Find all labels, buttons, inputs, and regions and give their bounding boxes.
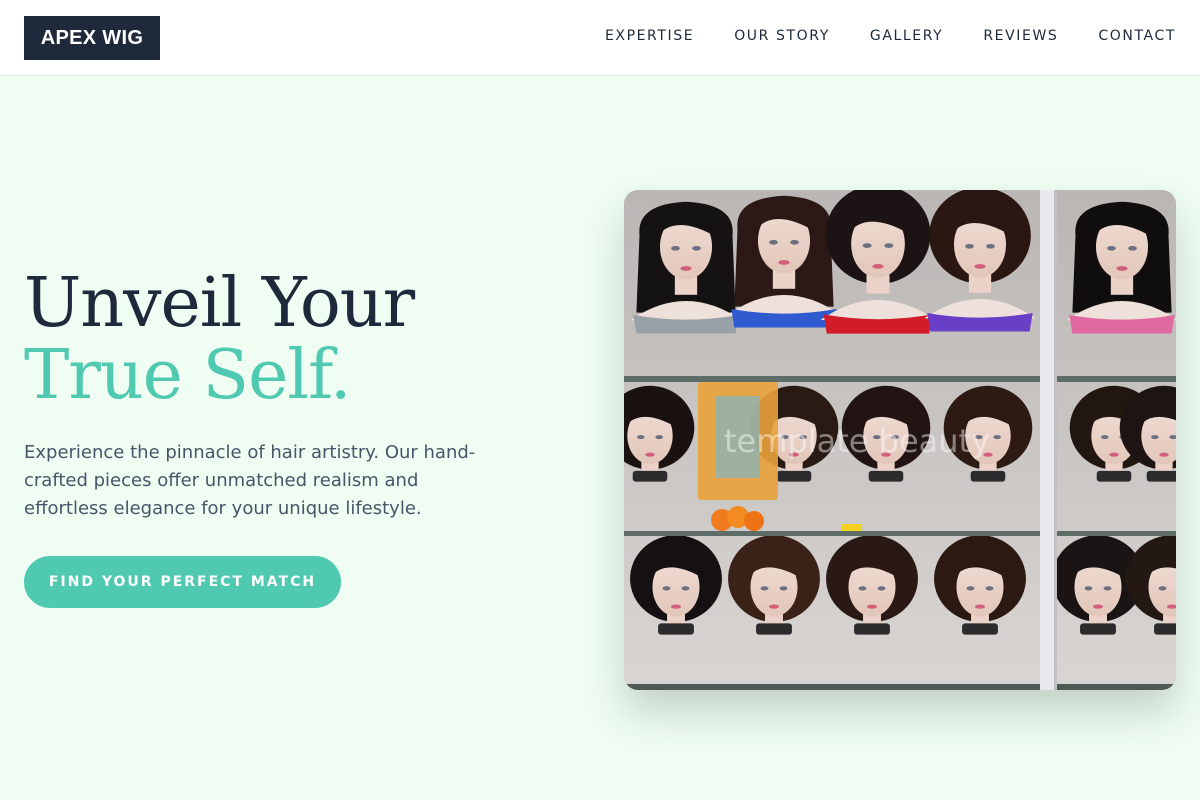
hero-image: template beauty — [624, 190, 1176, 690]
brand-logo[interactable]: APEX WIG — [24, 16, 160, 60]
glass-shelf-middle — [624, 531, 1176, 536]
find-match-button[interactable]: FIND YOUR PERFECT MATCH — [24, 556, 341, 608]
nav-link-expertise[interactable]: EXPERTISE — [605, 28, 694, 44]
image-watermark: template beauty — [724, 422, 990, 460]
mannequin-head — [728, 195, 840, 328]
nav-link-reviews[interactable]: REVIEWS — [983, 28, 1058, 44]
glass-shelf-top — [624, 376, 1176, 382]
nav-link-contact[interactable]: CONTACT — [1098, 28, 1176, 44]
hero-description: Experience the pinnacle of hair artistry… — [24, 442, 476, 519]
mannequin-head — [630, 201, 742, 334]
nav-link-gallery[interactable]: GALLERY — [870, 28, 943, 44]
headline-line-1: Unveil Your — [24, 264, 415, 343]
mannequin-head — [1066, 201, 1176, 334]
shelf-row-top — [630, 190, 1176, 334]
headline-line-2: True Self. — [24, 336, 351, 415]
main-nav: EXPERTISE OUR STORY GALLERY REVIEWS CONT… — [605, 0, 1176, 72]
wig-display-photo: template beauty — [624, 190, 1176, 690]
nav-link-our-story[interactable]: OUR STORY — [734, 28, 830, 44]
site-header: APEX WIG EXPERTISE OUR STORY GALLERY REV… — [0, 0, 1200, 76]
divider-post — [1040, 190, 1054, 690]
hero-headline: Unveil Your True Self. — [24, 264, 415, 415]
glass-shelf-bottom — [624, 684, 1176, 690]
mannequin-head — [924, 190, 1036, 332]
mannequin-head — [820, 190, 936, 334]
